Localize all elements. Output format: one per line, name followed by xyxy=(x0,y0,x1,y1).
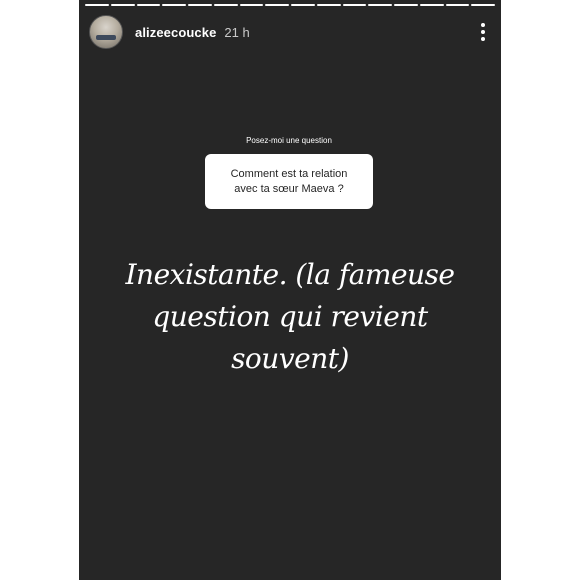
avatar[interactable] xyxy=(89,15,123,49)
progress-segment xyxy=(136,4,161,6)
question-line-2: avec ta sœur Maeva ? xyxy=(234,182,344,195)
answer-line-3: souvent) xyxy=(231,342,349,375)
progress-segment xyxy=(265,4,289,6)
story-progress-bar xyxy=(85,4,495,6)
progress-segment xyxy=(188,4,212,6)
answer-line-1: Inexistante. (la fameuse xyxy=(125,258,455,291)
progress-segment xyxy=(394,4,418,6)
answer-line-2: question qui revient xyxy=(152,300,428,333)
more-vertical-icon xyxy=(481,23,485,27)
username[interactable]: alizeecoucke xyxy=(135,25,216,40)
question-text: Comment est ta relation avec ta sœur Mae… xyxy=(205,154,373,209)
question-sticker: Posez-moi une question Comment est ta re… xyxy=(205,131,373,211)
question-prompt: Posez-moi une question xyxy=(205,131,373,154)
progress-segment xyxy=(445,4,470,6)
answer-text: Inexistante. (la fameuse question qui re… xyxy=(99,254,481,380)
progress-segment xyxy=(239,4,264,6)
progress-segment xyxy=(162,4,186,6)
progress-segment xyxy=(419,4,444,6)
progress-segment xyxy=(110,4,135,6)
progress-segment xyxy=(85,4,109,6)
post-time: 21 h xyxy=(224,24,250,40)
progress-segment xyxy=(291,4,315,6)
more-options-button[interactable] xyxy=(475,20,491,44)
progress-segment xyxy=(316,4,341,6)
progress-segment xyxy=(213,4,238,6)
story-viewer[interactable]: alizeecoucke 21 h Posez-moi une question… xyxy=(79,0,501,580)
story-header: alizeecoucke 21 h xyxy=(89,14,491,50)
question-line-1: Comment est ta relation xyxy=(230,167,348,180)
progress-segment xyxy=(368,4,392,6)
progress-segment xyxy=(342,4,367,6)
progress-segment xyxy=(471,4,495,6)
